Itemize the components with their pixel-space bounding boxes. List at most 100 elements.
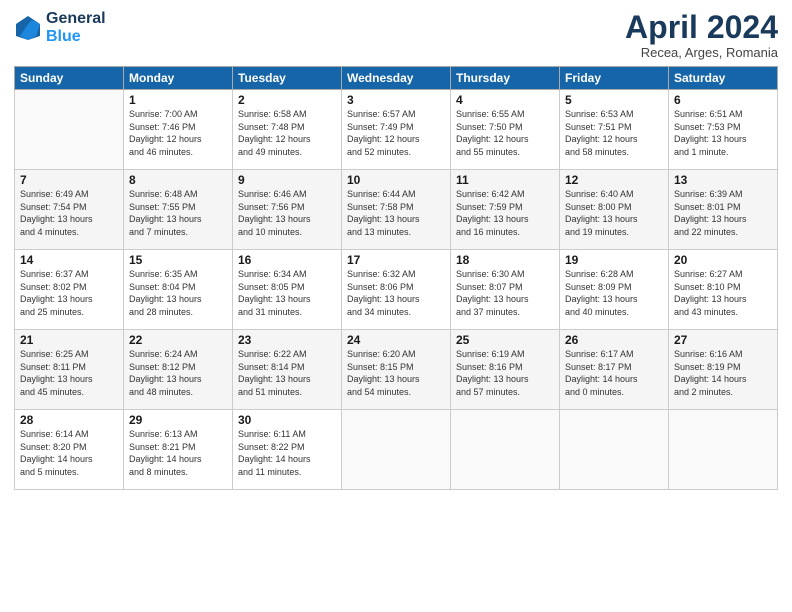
day-header-monday: Monday (124, 67, 233, 90)
day-number: 12 (565, 173, 663, 187)
day-detail: Sunrise: 6:57 AM Sunset: 7:49 PM Dayligh… (347, 108, 445, 158)
day-number: 24 (347, 333, 445, 347)
day-detail: Sunrise: 6:44 AM Sunset: 7:58 PM Dayligh… (347, 188, 445, 238)
calendar-week-4: 21Sunrise: 6:25 AM Sunset: 8:11 PM Dayli… (15, 330, 778, 410)
day-detail: Sunrise: 6:25 AM Sunset: 8:11 PM Dayligh… (20, 348, 118, 398)
day-detail: Sunrise: 6:53 AM Sunset: 7:51 PM Dayligh… (565, 108, 663, 158)
calendar-week-5: 28Sunrise: 6:14 AM Sunset: 8:20 PM Dayli… (15, 410, 778, 490)
day-header-sunday: Sunday (15, 67, 124, 90)
day-detail: Sunrise: 6:22 AM Sunset: 8:14 PM Dayligh… (238, 348, 336, 398)
calendar-cell: 23Sunrise: 6:22 AM Sunset: 8:14 PM Dayli… (233, 330, 342, 410)
calendar-cell: 21Sunrise: 6:25 AM Sunset: 8:11 PM Dayli… (15, 330, 124, 410)
calendar-cell (560, 410, 669, 490)
day-detail: Sunrise: 6:37 AM Sunset: 8:02 PM Dayligh… (20, 268, 118, 318)
calendar-cell: 30Sunrise: 6:11 AM Sunset: 8:22 PM Dayli… (233, 410, 342, 490)
page: General Blue April 2024 Recea, Arges, Ro… (0, 0, 792, 612)
day-detail: Sunrise: 7:00 AM Sunset: 7:46 PM Dayligh… (129, 108, 227, 158)
day-detail: Sunrise: 6:42 AM Sunset: 7:59 PM Dayligh… (456, 188, 554, 238)
logo-icon (14, 14, 42, 42)
day-detail: Sunrise: 6:19 AM Sunset: 8:16 PM Dayligh… (456, 348, 554, 398)
day-number: 8 (129, 173, 227, 187)
day-number: 26 (565, 333, 663, 347)
calendar-week-2: 7Sunrise: 6:49 AM Sunset: 7:54 PM Daylig… (15, 170, 778, 250)
day-number: 19 (565, 253, 663, 267)
day-detail: Sunrise: 6:28 AM Sunset: 8:09 PM Dayligh… (565, 268, 663, 318)
logo-text: General Blue (46, 10, 106, 45)
day-detail: Sunrise: 6:39 AM Sunset: 8:01 PM Dayligh… (674, 188, 772, 238)
day-detail: Sunrise: 6:49 AM Sunset: 7:54 PM Dayligh… (20, 188, 118, 238)
calendar-cell: 1Sunrise: 7:00 AM Sunset: 7:46 PM Daylig… (124, 90, 233, 170)
calendar-cell: 19Sunrise: 6:28 AM Sunset: 8:09 PM Dayli… (560, 250, 669, 330)
calendar-week-3: 14Sunrise: 6:37 AM Sunset: 8:02 PM Dayli… (15, 250, 778, 330)
day-detail: Sunrise: 6:24 AM Sunset: 8:12 PM Dayligh… (129, 348, 227, 398)
location-subtitle: Recea, Arges, Romania (625, 45, 778, 60)
day-detail: Sunrise: 6:32 AM Sunset: 8:06 PM Dayligh… (347, 268, 445, 318)
day-number: 14 (20, 253, 118, 267)
calendar-cell: 10Sunrise: 6:44 AM Sunset: 7:58 PM Dayli… (342, 170, 451, 250)
day-number: 4 (456, 93, 554, 107)
day-number: 21 (20, 333, 118, 347)
day-detail: Sunrise: 6:40 AM Sunset: 8:00 PM Dayligh… (565, 188, 663, 238)
day-number: 25 (456, 333, 554, 347)
day-detail: Sunrise: 6:55 AM Sunset: 7:50 PM Dayligh… (456, 108, 554, 158)
day-number: 22 (129, 333, 227, 347)
day-detail: Sunrise: 6:46 AM Sunset: 7:56 PM Dayligh… (238, 188, 336, 238)
calendar-cell: 28Sunrise: 6:14 AM Sunset: 8:20 PM Dayli… (15, 410, 124, 490)
day-detail: Sunrise: 6:17 AM Sunset: 8:17 PM Dayligh… (565, 348, 663, 398)
calendar-cell (15, 90, 124, 170)
day-detail: Sunrise: 6:48 AM Sunset: 7:55 PM Dayligh… (129, 188, 227, 238)
calendar-cell: 16Sunrise: 6:34 AM Sunset: 8:05 PM Dayli… (233, 250, 342, 330)
calendar-cell: 13Sunrise: 6:39 AM Sunset: 8:01 PM Dayli… (669, 170, 778, 250)
calendar-cell (451, 410, 560, 490)
day-detail: Sunrise: 6:16 AM Sunset: 8:19 PM Dayligh… (674, 348, 772, 398)
day-header-saturday: Saturday (669, 67, 778, 90)
day-number: 3 (347, 93, 445, 107)
day-number: 29 (129, 413, 227, 427)
calendar-cell (342, 410, 451, 490)
day-number: 2 (238, 93, 336, 107)
day-number: 23 (238, 333, 336, 347)
day-number: 15 (129, 253, 227, 267)
day-detail: Sunrise: 6:27 AM Sunset: 8:10 PM Dayligh… (674, 268, 772, 318)
day-detail: Sunrise: 6:34 AM Sunset: 8:05 PM Dayligh… (238, 268, 336, 318)
calendar-header-row: SundayMondayTuesdayWednesdayThursdayFrid… (15, 67, 778, 90)
calendar-week-1: 1Sunrise: 7:00 AM Sunset: 7:46 PM Daylig… (15, 90, 778, 170)
calendar-cell: 17Sunrise: 6:32 AM Sunset: 8:06 PM Dayli… (342, 250, 451, 330)
calendar-cell: 20Sunrise: 6:27 AM Sunset: 8:10 PM Dayli… (669, 250, 778, 330)
calendar-cell: 4Sunrise: 6:55 AM Sunset: 7:50 PM Daylig… (451, 90, 560, 170)
calendar-cell: 6Sunrise: 6:51 AM Sunset: 7:53 PM Daylig… (669, 90, 778, 170)
day-detail: Sunrise: 6:35 AM Sunset: 8:04 PM Dayligh… (129, 268, 227, 318)
day-number: 10 (347, 173, 445, 187)
calendar-table: SundayMondayTuesdayWednesdayThursdayFrid… (14, 66, 778, 490)
day-header-thursday: Thursday (451, 67, 560, 90)
day-detail: Sunrise: 6:30 AM Sunset: 8:07 PM Dayligh… (456, 268, 554, 318)
calendar-cell: 18Sunrise: 6:30 AM Sunset: 8:07 PM Dayli… (451, 250, 560, 330)
day-number: 27 (674, 333, 772, 347)
month-title: April 2024 (625, 10, 778, 45)
day-number: 5 (565, 93, 663, 107)
day-number: 6 (674, 93, 772, 107)
title-block: April 2024 Recea, Arges, Romania (625, 10, 778, 60)
calendar-cell: 9Sunrise: 6:46 AM Sunset: 7:56 PM Daylig… (233, 170, 342, 250)
day-number: 7 (20, 173, 118, 187)
day-detail: Sunrise: 6:13 AM Sunset: 8:21 PM Dayligh… (129, 428, 227, 478)
calendar-cell: 12Sunrise: 6:40 AM Sunset: 8:00 PM Dayli… (560, 170, 669, 250)
header: General Blue April 2024 Recea, Arges, Ro… (14, 10, 778, 60)
calendar-cell: 29Sunrise: 6:13 AM Sunset: 8:21 PM Dayli… (124, 410, 233, 490)
day-detail: Sunrise: 6:14 AM Sunset: 8:20 PM Dayligh… (20, 428, 118, 478)
day-number: 30 (238, 413, 336, 427)
calendar-cell: 24Sunrise: 6:20 AM Sunset: 8:15 PM Dayli… (342, 330, 451, 410)
calendar-cell: 27Sunrise: 6:16 AM Sunset: 8:19 PM Dayli… (669, 330, 778, 410)
calendar-cell: 14Sunrise: 6:37 AM Sunset: 8:02 PM Dayli… (15, 250, 124, 330)
day-number: 13 (674, 173, 772, 187)
calendar-cell: 22Sunrise: 6:24 AM Sunset: 8:12 PM Dayli… (124, 330, 233, 410)
day-detail: Sunrise: 6:58 AM Sunset: 7:48 PM Dayligh… (238, 108, 336, 158)
day-header-tuesday: Tuesday (233, 67, 342, 90)
day-number: 18 (456, 253, 554, 267)
day-detail: Sunrise: 6:11 AM Sunset: 8:22 PM Dayligh… (238, 428, 336, 478)
day-number: 28 (20, 413, 118, 427)
day-detail: Sunrise: 6:20 AM Sunset: 8:15 PM Dayligh… (347, 348, 445, 398)
day-number: 1 (129, 93, 227, 107)
calendar-cell: 25Sunrise: 6:19 AM Sunset: 8:16 PM Dayli… (451, 330, 560, 410)
day-header-wednesday: Wednesday (342, 67, 451, 90)
